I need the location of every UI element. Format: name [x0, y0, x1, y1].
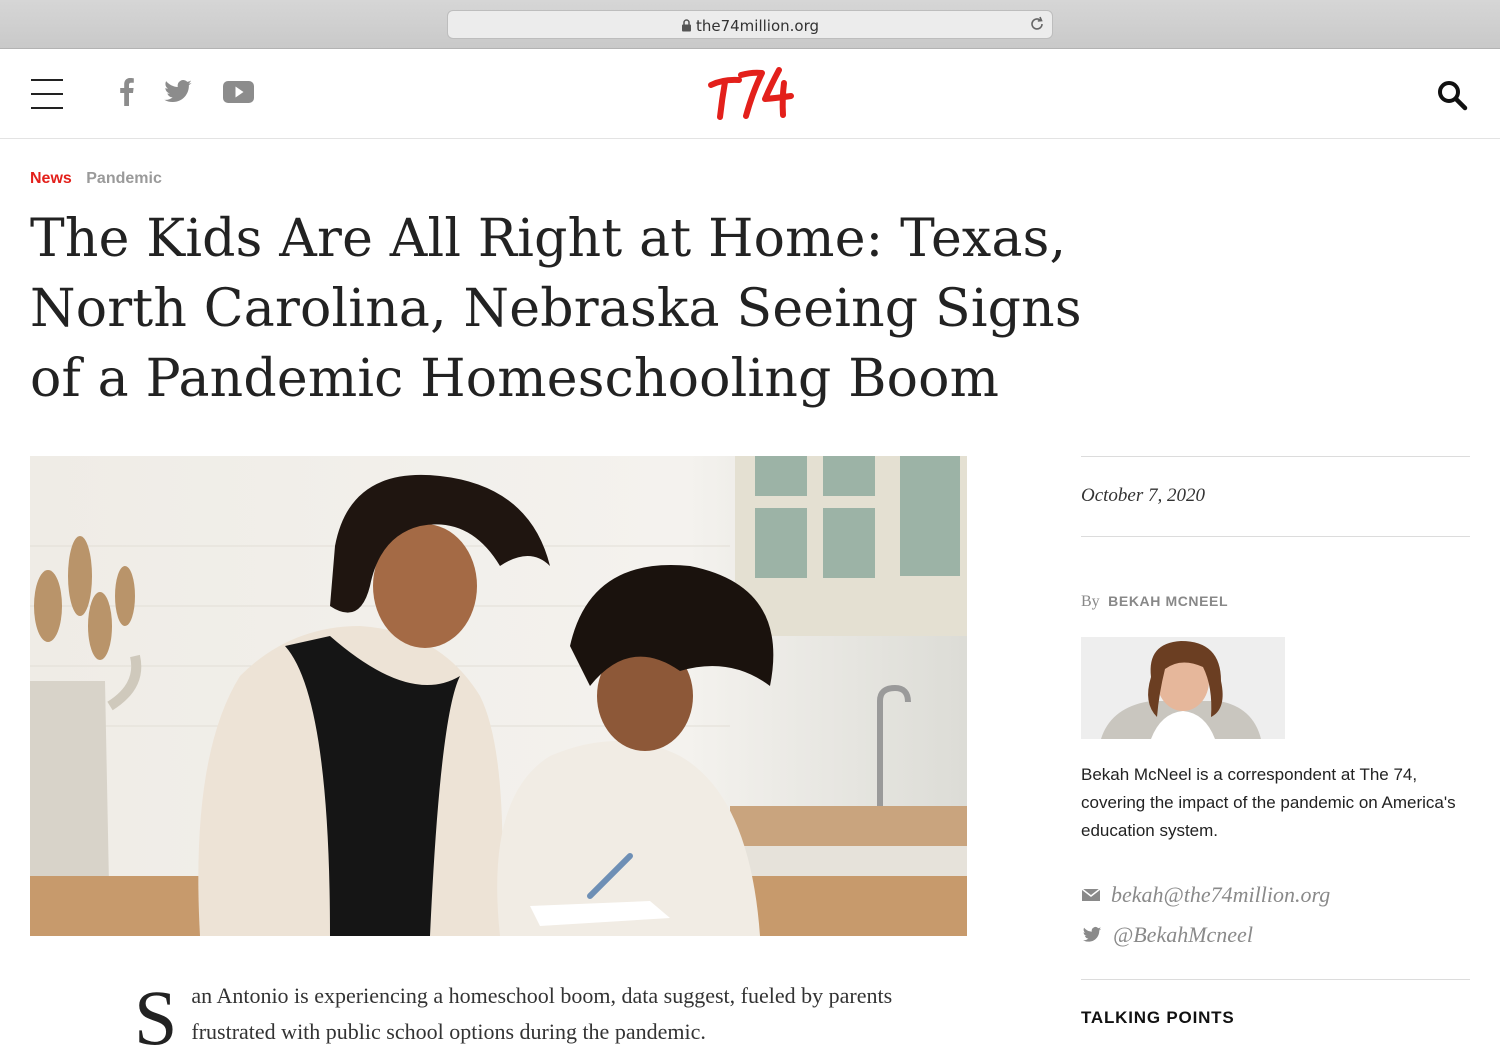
breadcrumb-pandemic-link[interactable]: Pandemic: [86, 170, 162, 187]
youtube-icon[interactable]: [222, 77, 256, 107]
byline-label: By: [1081, 593, 1100, 610]
author-name-link[interactable]: BEKAH MCNEEL: [1108, 593, 1228, 609]
author-contact: bekah@the74million.org @BekahMcneel: [1081, 875, 1470, 955]
url-text: the74million.org: [695, 17, 820, 35]
article-lead-paragraph: S an Antonio is experiencing a homeschoo…: [134, 974, 934, 1061]
talking-points-heading: TALKING POINTS: [1081, 1008, 1235, 1027]
author-email-row[interactable]: bekah@the74million.org: [1081, 875, 1470, 915]
hamburger-menu-icon[interactable]: [31, 79, 63, 111]
address-bar[interactable]: the74million.org: [447, 10, 1053, 39]
drop-cap: S: [134, 974, 178, 1061]
breadcrumb-news-link[interactable]: News: [30, 170, 72, 187]
twitter-icon[interactable]: [162, 77, 194, 107]
hero-image: [30, 456, 967, 936]
reload-icon[interactable]: [1028, 15, 1046, 33]
search-icon[interactable]: [1436, 79, 1468, 111]
publish-date: October 7, 2020: [1081, 485, 1206, 506]
byline: By BEKAH MCNEEL: [1081, 593, 1470, 611]
email-icon: [1081, 888, 1101, 901]
the74-logo[interactable]: [705, 61, 797, 123]
lock-icon: [681, 19, 691, 32]
article-sidebar: October 7, 2020 By BEKAH MCNEEL Bekah Mc…: [1081, 456, 1470, 1028]
author-twitter-link[interactable]: @BekahMcneel: [1113, 922, 1253, 948]
site-header: [0, 49, 1500, 139]
author-bio: Bekah McNeel is a correspondent at The 7…: [1081, 765, 1456, 840]
facebook-icon[interactable]: [117, 77, 137, 107]
author-email-link[interactable]: bekah@the74million.org: [1111, 882, 1330, 908]
divider: [1081, 979, 1470, 980]
breadcrumb: News Pandemic: [30, 170, 162, 188]
divider: [1081, 536, 1470, 537]
author-photo: [1081, 637, 1285, 739]
lead-text: an Antonio is experiencing a homeschool …: [191, 983, 893, 1044]
twitter-icon: [1082, 927, 1102, 942]
article-headline: The Kids Are All Right at Home: Texas, N…: [30, 209, 1082, 409]
author-twitter-row[interactable]: @BekahMcneel: [1081, 915, 1470, 955]
browser-toolbar: the74million.org: [0, 0, 1500, 49]
